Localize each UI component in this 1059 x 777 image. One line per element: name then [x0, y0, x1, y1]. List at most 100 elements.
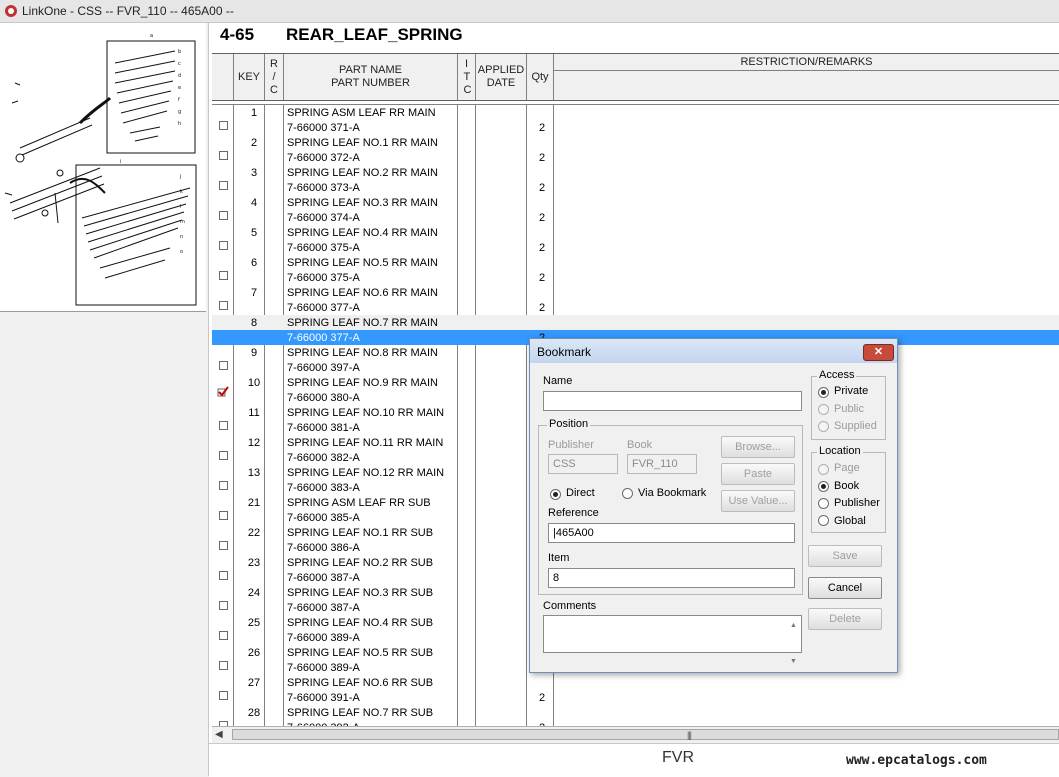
row-qty: 2 [538, 242, 546, 254]
row-key: 7 [250, 287, 258, 299]
save-button[interactable]: Save [808, 545, 882, 567]
name-input[interactable] [543, 391, 802, 411]
row-checkbox[interactable] [219, 241, 228, 250]
row-checkbox[interactable] [219, 571, 228, 580]
svg-text:m: m [180, 219, 185, 225]
col-partname-header[interactable]: PART NAME PART NUMBER [284, 54, 458, 100]
loc-book-radio[interactable] [818, 481, 829, 492]
page-number: 4-65 [220, 25, 255, 44]
dialog-title-bar[interactable]: Bookmark ✕ [530, 339, 897, 363]
row-checkbox[interactable] [219, 181, 228, 190]
svg-text:e: e [178, 85, 181, 91]
delete-button[interactable]: Delete [808, 608, 882, 630]
comments-textarea[interactable]: ▲ ▼ [543, 615, 802, 665]
access-supplied-radio[interactable] [818, 421, 829, 432]
direct-radio[interactable] [550, 489, 561, 500]
col-remarks-header[interactable]: RESTRICTION/REMARKS [554, 54, 1059, 100]
table-row[interactable]: 2 SPRING LEAF NO.1 RR MAIN 7-66000 372-A 2 [212, 135, 1059, 165]
row-checkbox[interactable] [219, 511, 228, 520]
table-row[interactable]: 28SPRING LEAF NO.7 RR SUB7-66000 392-A2 [212, 705, 1059, 727]
dialog-title: Bookmark [537, 345, 592, 359]
svg-text:o: o [180, 249, 183, 255]
col-applied-header[interactable]: APPLIED DATE [476, 54, 527, 100]
bookmark-check-icon[interactable] [217, 386, 229, 401]
grip-icon: ||| [687, 730, 692, 740]
table-row[interactable]: 5 SPRING LEAF NO.4 RR MAIN 7-66000 375-A 2 [212, 225, 1059, 255]
col-date-label: DATE [486, 77, 516, 89]
row-checkbox[interactable] [219, 691, 228, 700]
cancel-button[interactable]: Cancel [808, 577, 882, 599]
col-key-header[interactable]: KEY [234, 54, 265, 100]
use-value-button[interactable]: Use Value... [721, 490, 795, 512]
row-part-number: 7-66000 371-A [287, 122, 360, 134]
row-checkbox[interactable] [219, 481, 228, 490]
svg-text:a: a [150, 33, 153, 39]
access-private-label: Private [834, 385, 869, 397]
svg-text:j: j [179, 174, 181, 180]
bookmark-dialog: Bookmark ✕ Name Position Publisher CSS B… [529, 338, 898, 673]
table-row[interactable]: 6 SPRING LEAF NO.5 RR MAIN 7-66000 375-A 2 [212, 255, 1059, 285]
table-row[interactable]: 27 SPRING LEAF NO.6 RR SUB 7-66000 391-A 2 [212, 675, 1059, 705]
svg-text:d: d [178, 73, 181, 79]
row-checkbox[interactable] [219, 301, 228, 310]
table-row[interactable]: 3 SPRING LEAF NO.2 RR MAIN 7-66000 373-A 2 [212, 165, 1059, 195]
col-remarks-label: RESTRICTION/REMARKS [740, 56, 873, 68]
row-checkbox[interactable] [219, 631, 228, 640]
paste-button[interactable]: Paste [721, 463, 795, 485]
comments-scroll-icon[interactable]: ▲ ▼ [787, 617, 800, 665]
loc-page-radio[interactable] [818, 464, 829, 475]
row-part-name: SPRING ASM LEAF RR SUB [287, 497, 431, 509]
loc-publisher-label: Publisher [834, 497, 880, 509]
row-checkbox[interactable] [219, 541, 228, 550]
row-part-name: SPRING LEAF NO.4 RR MAIN [287, 227, 438, 239]
row-checkbox[interactable] [219, 661, 228, 670]
table-row[interactable]: 4 SPRING LEAF NO.3 RR MAIN 7-66000 374-A 2 [212, 195, 1059, 225]
table-row[interactable]: 7 SPRING LEAF NO.6 RR MAIN 7-66000 377-A 2 [212, 285, 1059, 315]
row-key: 28 [247, 707, 261, 719]
location-label: Location [817, 445, 863, 457]
row-part-number: 7-66000 397-A [287, 362, 360, 374]
row-part-number: 7-66000 389-A [287, 662, 360, 674]
col-itc-header[interactable]: I T C [458, 54, 476, 100]
title-bar: LinkOne - CSS -- FVR_110 -- 465A00 -- [0, 0, 1059, 23]
col-rc-header[interactable]: R / C [265, 54, 284, 100]
row-part-number: 7-66000 386-A [287, 542, 360, 554]
close-icon[interactable]: ✕ [863, 344, 894, 361]
reference-input[interactable] [548, 523, 795, 543]
item-input[interactable] [548, 568, 795, 588]
svg-text:b: b [178, 49, 181, 55]
exploded-diagram[interactable]: a bc def gh i j k l m n o [0, 23, 206, 312]
row-checkbox[interactable] [219, 451, 228, 460]
row-part-name: SPRING LEAF NO.9 RR MAIN [287, 377, 438, 389]
access-supplied-label: Supplied [834, 420, 877, 432]
row-part-name: SPRING LEAF NO.2 RR SUB [287, 557, 434, 569]
loc-global-radio[interactable] [818, 515, 829, 526]
row-qty: 2 [538, 302, 546, 314]
access-private-radio[interactable] [818, 387, 829, 398]
row-checkbox[interactable] [219, 361, 228, 370]
name-label: Name [543, 375, 573, 387]
row-key: 26 [247, 647, 261, 659]
svg-text:n: n [180, 234, 183, 240]
row-checkbox[interactable] [219, 601, 228, 610]
browse-button[interactable]: Browse... [721, 436, 795, 458]
scroll-left-icon[interactable]: ◀ [215, 729, 223, 740]
row-part-name: SPRING LEAF NO.3 RR SUB [287, 587, 434, 599]
row-checkbox[interactable] [219, 271, 228, 280]
loc-book-label: Book [834, 480, 860, 492]
table-row[interactable]: 1 SPRING ASM LEAF RR MAIN 7-66000 371-A 2 [212, 105, 1059, 135]
col-itc-label: I T C [463, 57, 472, 96]
row-checkbox[interactable] [219, 211, 228, 220]
via-bookmark-radio[interactable] [622, 488, 633, 499]
row-checkbox[interactable] [219, 421, 228, 430]
horizontal-scrollbar[interactable]: ◀ ||| [212, 726, 1059, 743]
access-public-radio[interactable] [818, 404, 829, 415]
row-part-name: SPRING LEAF NO.7 RR MAIN [287, 317, 438, 329]
col-qty-header[interactable]: Qty [527, 54, 554, 100]
row-checkbox[interactable] [219, 121, 228, 130]
scroll-thumb[interactable]: ||| [232, 729, 1059, 740]
row-part-number: 7-66000 383-A [287, 482, 360, 494]
row-qty: 2 [538, 692, 546, 704]
row-checkbox[interactable] [219, 151, 228, 160]
loc-publisher-radio[interactable] [818, 498, 829, 509]
